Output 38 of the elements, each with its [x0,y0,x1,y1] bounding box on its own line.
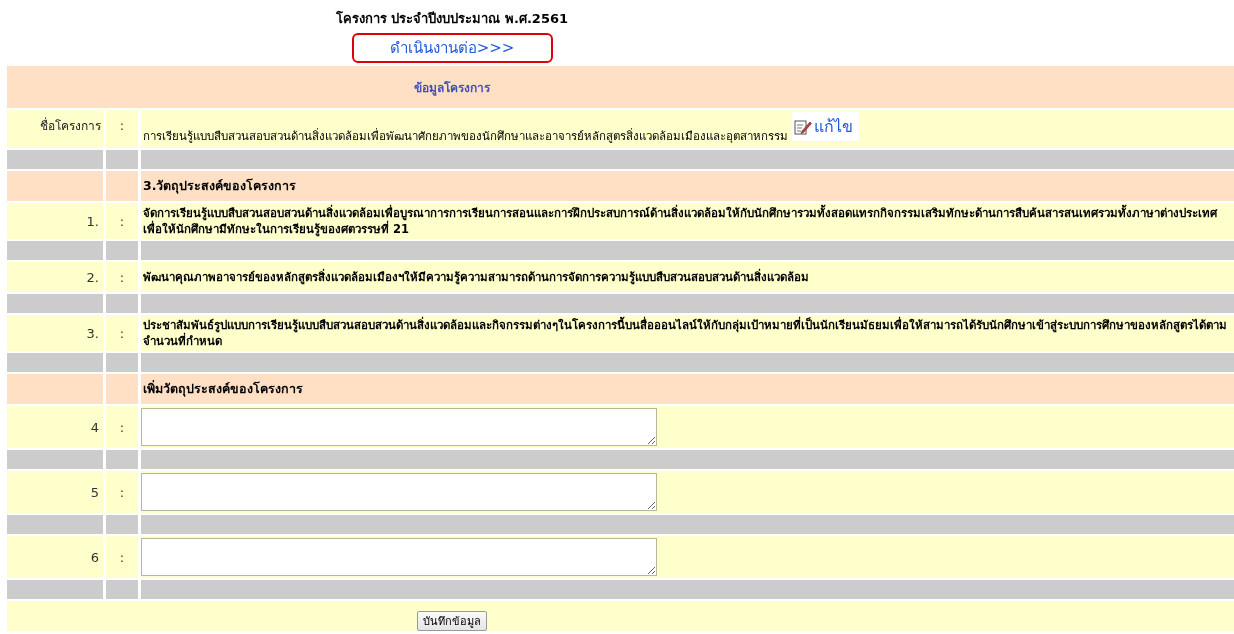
project-name: การเรียนรู้แบบสืบสวนสอบสวนด้านสิ่งแวดล้อมเพื่อพัฒนาศักยภาพของนักศึกษาและอาจารย์หลักสูตรสิ่งแวดล้อมเมืองและอุตสาหกรรม [143,128,788,145]
edit-icon [794,118,812,135]
objective-input[interactable] [141,473,657,511]
edit-link[interactable]: แก้ไข [792,112,859,141]
row-number: 5 [90,484,100,500]
table-cell [106,374,138,404]
table-cell [106,171,138,201]
spacer-cell [106,580,138,599]
colon: : [119,419,125,435]
section-header: ข้อมูลโครงการ [414,79,490,97]
objective-text: พัฒนาคุณภาพอาจารย์ของหลักสูตรสิ่งแวดล้อมเมืองฯให้มีความรู้ความสามารถด้านการจัดการความรู้แบบสืบสวนสอบสวนด้านสิ่งแวดล้อม [143,269,809,285]
spacer-cell [106,294,138,313]
section-heading: เพิ่มวัตถุประสงค์ของโครงการ [143,379,303,399]
objective-input[interactable] [141,538,657,576]
colon: : [119,549,125,565]
field-label: ชื่อโครงการ [40,116,101,135]
colon: : [119,117,125,133]
save-button[interactable]: บันทึกข้อมูล [417,611,487,631]
objective-text: จัดการเรียนรู้แบบสืบสวนสอบสวนด้านสิ่งแวดล้อมเพื่อบูรณาการการเรียนการสอนและการฝึกประสบการณ์ด้านสิ่งแวดล้อมให้กับนักศึกษารวมทั้งสอดแทรกกิจกรรมเสริมทักษะด้านการสืบค้นสารสนเทศรวมทั้งภาษาต่างประเทศเพื่อให้นักศึกษามีทักษะในการเรียนรู้ของศตวรรษที่ 21 [143,205,1219,237]
page-title: โครงการ ประจำปีงบประมาณ พ.ศ.2561 [335,10,569,28]
spacer-cell [106,353,138,372]
spacer-cell [106,150,138,169]
objective-text: ประชาสัมพันธ์รูปแบบการเรียนรู้แบบสืบสวนสอบสวนด้านสิ่งแวดล้อมและกิจกรรมต่างๆในโครงการนี้บนสื่อออนไลน์ให้กับกลุ่มเป้าหมายที่เป็นนักเรียนมัธยมเพื่อให้สามารถได้รับนักศึกษาเข้าสู่ระบบการศึกษาของหลักสูตรได้ตามจำนวนที่กำหนด [143,317,1228,349]
colon: : [119,213,125,229]
row-number: 2. [86,269,100,285]
colon: : [119,484,125,500]
objective-input[interactable] [141,408,657,446]
spacer-cell [106,450,138,469]
colon: : [119,325,125,341]
spacer-cell [106,241,138,260]
colon: : [119,269,125,285]
row-number: 4 [90,419,100,435]
section-heading: 3.วัตถุประสงค์ของโครงการ [143,177,297,196]
spacer-cell [106,515,138,534]
continue-link[interactable]: ดำเนินงานต่อ>>> [351,33,553,63]
row-number: 1. [86,213,100,229]
row-number: 6 [90,549,100,565]
row-number: 3. [86,325,100,341]
